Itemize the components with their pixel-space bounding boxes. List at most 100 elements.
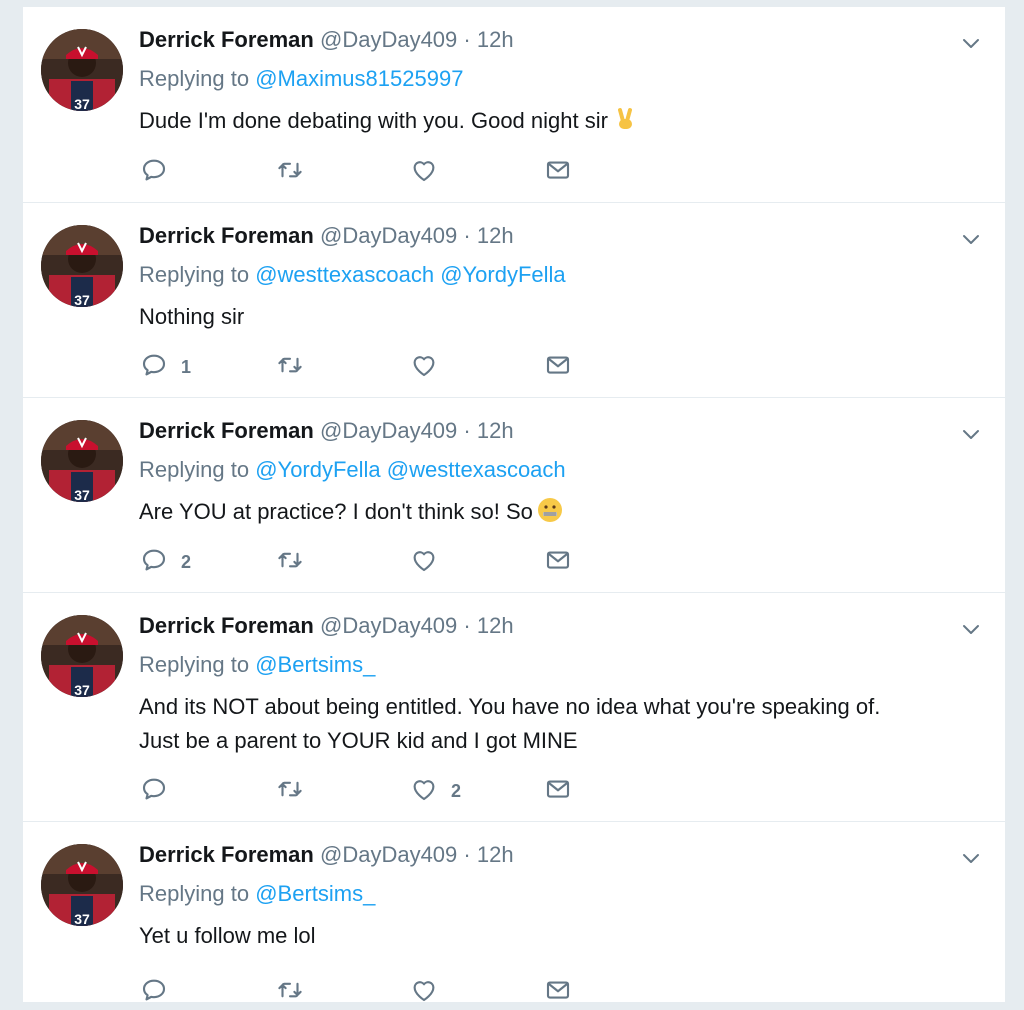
avatar[interactable]: 37 [41,29,123,111]
mention-link[interactable]: @YordyFella [255,457,380,482]
mention-link[interactable]: @YordyFella [440,262,565,287]
heart-icon [409,975,439,1010]
avatar[interactable]: 37 [41,420,123,502]
dm-button[interactable] [543,977,573,1007]
author-handle[interactable]: @DayDay409 [320,418,457,443]
tweet-text: And its NOT about being entitled. You ha… [139,690,959,758]
dm-button[interactable] [543,776,573,806]
reply-button[interactable]: 1 [139,352,191,382]
reply-icon [139,350,169,385]
author-handle[interactable]: @DayDay409 [320,613,457,638]
timestamp[interactable]: 12h [477,27,514,52]
mention-link[interactable]: @Bertsims_ [255,652,375,677]
replying-to-label: Replying to [139,652,250,677]
reply-button[interactable]: 2 [139,547,191,577]
like-button[interactable] [409,352,451,382]
author-handle[interactable]: @DayDay409 [320,842,457,867]
heart-icon [409,774,439,809]
tweet-text: Yet u follow me lol [139,919,959,953]
reply-count: 1 [181,356,192,377]
author-name[interactable]: Derrick Foreman [139,613,314,638]
tweet-header: Derrick Foreman @DayDay409 · 12h [139,612,514,640]
author-name[interactable]: Derrick Foreman [139,223,314,248]
replying-to: Replying to @Bertsims_ [139,880,375,908]
replying-to-label: Replying to [139,262,250,287]
tweet-text-line: Are YOU at practice? I don't think so! S… [139,495,959,529]
retweet-button[interactable] [275,157,305,187]
retweet-icon [275,350,305,385]
dm-button[interactable] [543,157,573,187]
retweet-icon [275,774,305,809]
like-button[interactable] [409,977,451,1007]
tweet-text-content: Dude I'm done debating with you. Good ni… [139,108,608,133]
like-count: 2 [451,780,462,801]
reply-icon [139,975,169,1010]
tweet-text-line: Yet u follow me lol [139,919,959,953]
separator-dot: · [463,223,471,248]
tweet-text-line: Dude I'm done debating with you. Good ni… [139,104,959,138]
timestamp[interactable]: 12h [477,418,514,443]
tweet[interactable]: 37 Derrick Foreman @DayDay409 · 12h Replyi… [23,202,1005,398]
retweet-icon [275,975,305,1010]
timestamp[interactable]: 12h [477,842,514,867]
avatar[interactable]: 37 [41,225,123,307]
like-button[interactable] [409,547,451,577]
dm-button[interactable] [543,547,573,577]
retweet-button[interactable] [275,547,305,577]
envelope-icon [543,155,573,190]
separator-dot: · [463,27,471,52]
chevron-down-icon[interactable] [959,846,983,870]
reply-icon [139,774,169,809]
like-button[interactable]: 2 [409,776,461,806]
reply-button[interactable] [139,977,181,1007]
author-name[interactable]: Derrick Foreman [139,27,314,52]
retweet-button[interactable] [275,977,305,1007]
tweet[interactable]: 37 Derrick Foreman @DayDay409 · 12h Replyi… [23,821,1005,1002]
author-handle[interactable]: @DayDay409 [320,27,457,52]
tweet-header: Derrick Foreman @DayDay409 · 12h [139,26,514,54]
chevron-down-icon[interactable] [959,227,983,251]
timestamp[interactable]: 12h [477,223,514,248]
svg-text:37: 37 [74,682,90,697]
heart-icon [409,155,439,190]
author-handle[interactable]: @DayDay409 [320,223,457,248]
chevron-down-icon[interactable] [959,31,983,55]
replying-to: Replying to @YordyFella @westtexascoach [139,456,566,484]
tweet-actions: 1 [139,352,599,382]
tweet-actions [139,977,599,1007]
tweet-header: Derrick Foreman @DayDay409 · 12h [139,417,514,445]
replying-to-label: Replying to [139,66,250,91]
tweet-text-content: Yet u follow me lol [139,923,316,948]
tweet-text-content: Are YOU at practice? I don't think so! S… [139,499,533,524]
tweet-text-content: Nothing sir [139,304,245,329]
envelope-icon [543,975,573,1010]
tweet-actions [139,157,599,187]
tweet-text-line: Just be a parent to YOUR kid and I got M… [139,724,959,758]
retweet-button[interactable] [275,352,305,382]
tweet[interactable]: 37 Derrick Foreman @DayDay409 · 12h Replyi… [23,592,1005,822]
tweet-text: Nothing sir [139,300,959,334]
mention-link[interactable]: @Bertsims_ [255,881,375,906]
chevron-down-icon[interactable] [959,617,983,641]
retweet-button[interactable] [275,776,305,806]
author-name[interactable]: Derrick Foreman [139,418,314,443]
tweet[interactable]: 37 Derrick Foreman @DayDay409 · 12h Replyi… [23,6,1005,203]
retweet-icon [275,545,305,580]
separator-dot: · [463,418,471,443]
author-name[interactable]: Derrick Foreman [139,842,314,867]
tweet[interactable]: 37 Derrick Foreman @DayDay409 · 12h Replyi… [23,397,1005,593]
replying-to: Replying to @Maximus81525997 [139,65,463,93]
timestamp[interactable]: 12h [477,613,514,638]
mention-link[interactable]: @westtexascoach [387,457,566,482]
replying-to-label: Replying to [139,457,250,482]
mention-link[interactable]: @Maximus81525997 [255,66,463,91]
reply-button[interactable] [139,157,181,187]
tweet-header: Derrick Foreman @DayDay409 · 12h [139,222,514,250]
chevron-down-icon[interactable] [959,422,983,446]
like-button[interactable] [409,157,451,187]
avatar[interactable]: 37 [41,844,123,926]
dm-button[interactable] [543,352,573,382]
avatar[interactable]: 37 [41,615,123,697]
reply-button[interactable] [139,776,181,806]
mention-link[interactable]: @westtexascoach [255,262,434,287]
